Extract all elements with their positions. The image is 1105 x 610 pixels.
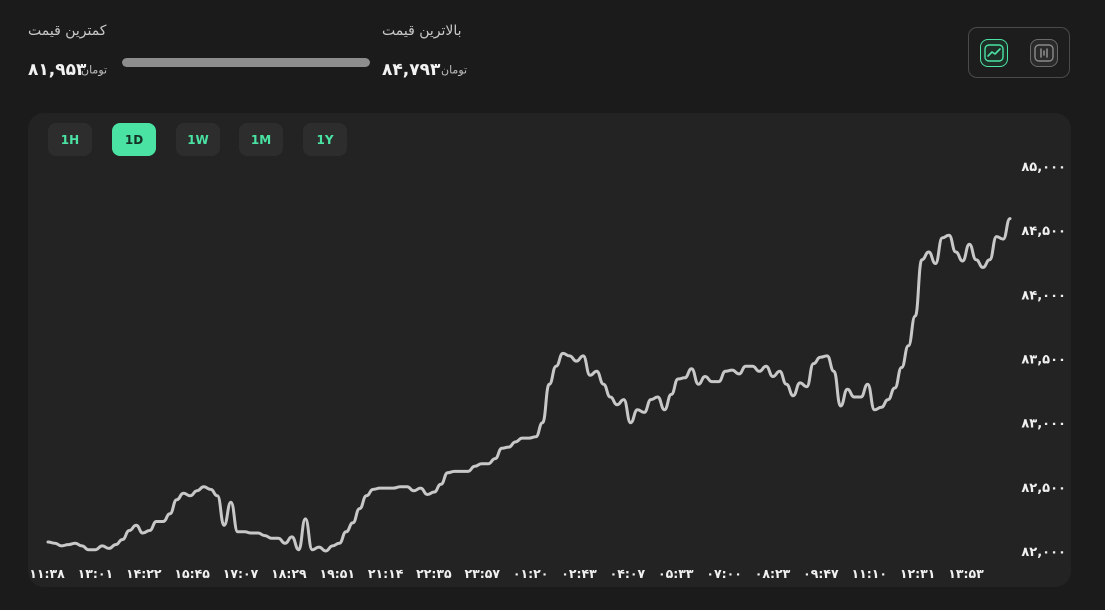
x-tick-label: ۰۷:۰۰ [706, 566, 742, 581]
x-tick-label: ۱۸:۲۹ [271, 566, 307, 581]
y-tick-label: ۸۳,۵۰۰ [1021, 353, 1066, 368]
x-tick-label: ۰۴:۰۷ [610, 566, 646, 581]
y-tick-label: ۸۲,۰۰۰ [1021, 545, 1066, 560]
x-tick-label: ۲۲:۳۵ [416, 566, 452, 581]
x-tick-label: ۱۳:۰۱ [78, 566, 114, 581]
y-tick-label: ۸۵,۰۰۰ [1021, 160, 1066, 175]
x-tick-label: ۲۳:۵۷ [465, 566, 501, 581]
x-tick-label: ۰۸:۲۳ [755, 566, 791, 581]
x-tick-label: ۰۱:۲۰ [513, 566, 549, 581]
price-series-line [46, 217, 1012, 553]
x-tick-label: ۱۷:۰۷ [223, 566, 259, 581]
x-tick-label: ۱۳:۵۳ [948, 566, 984, 581]
x-tick-label: ۱۲:۳۱ [900, 566, 936, 581]
price-line-chart: ۸۵,۰۰۰ ۸۴,۵۰۰ ۸۴,۰۰۰ ۸۳,۵۰۰ ۸۳,۰۰۰ ۸۲,۵۰۰ ۸۲,۰… [29, 160, 1066, 581]
x-tick-label: ۱۹:۵۱ [319, 566, 355, 581]
y-tick-label: ۸۴,۵۰۰ [1021, 224, 1066, 239]
x-tick-label: ۰۹:۴۷ [803, 566, 839, 581]
x-tick-label: ۲۱:۱۴ [368, 566, 404, 581]
x-tick-label: ۱۱:۱۰ [851, 566, 887, 581]
x-tick-label: ۰۲:۴۳ [561, 566, 597, 581]
x-tick-label: ۰۵:۳۳ [658, 566, 694, 581]
x-tick-label: ۱۴:۲۲ [126, 566, 162, 581]
y-tick-label: ۸۲,۵۰۰ [1021, 481, 1066, 496]
y-tick-label: ۸۴,۰۰۰ [1021, 288, 1066, 303]
x-tick-label: ۱۱:۳۸ [29, 566, 65, 581]
y-tick-label: ۸۳,۰۰۰ [1021, 417, 1066, 432]
x-tick-label: ۱۵:۴۵ [174, 566, 210, 581]
